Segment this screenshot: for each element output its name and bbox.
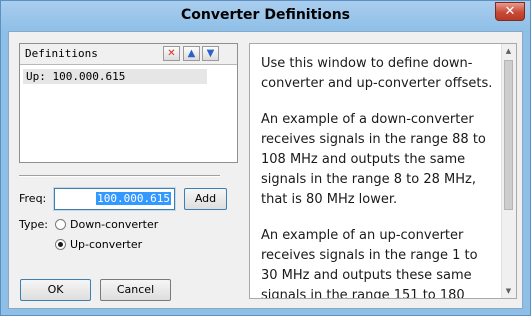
definitions-header: Definitions ✕ ▲ ▼	[20, 44, 237, 65]
help-content: Use this window to define down-converter…	[250, 44, 502, 298]
definitions-title: Definitions	[25, 47, 98, 60]
arrow-up-icon: ▲	[187, 48, 196, 59]
window-title: Converter Definitions	[180, 7, 351, 23]
freq-input[interactable]: 100.000.615	[53, 187, 176, 211]
up-converter-radio[interactable]	[55, 239, 66, 250]
down-converter-label[interactable]: Down-converter	[70, 218, 158, 231]
delete-definition-button[interactable]: ✕	[163, 46, 180, 61]
help-panel[interactable]: Use this window to define down-converter…	[249, 43, 517, 299]
scroll-down-arrow-icon[interactable]: ▼	[502, 284, 515, 298]
help-paragraph-1: Use this window to define down-converter…	[261, 56, 493, 91]
ok-button[interactable]: OK	[20, 279, 91, 301]
radio-selected-dot	[58, 242, 63, 247]
down-converter-radio[interactable]	[55, 219, 66, 230]
move-down-button[interactable]: ▼	[202, 46, 219, 61]
move-up-button[interactable]: ▲	[183, 46, 200, 61]
definitions-list[interactable]: Definitions ✕ ▲ ▼ Up: 100.000.615	[19, 43, 238, 163]
up-converter-label[interactable]: Up-converter	[70, 238, 142, 251]
help-scrollbar[interactable]: ▲ ▼	[501, 44, 516, 298]
title-bar[interactable]: Converter Definitions ✕	[1, 1, 530, 31]
arrow-down-icon: ▼	[206, 48, 215, 59]
delete-icon: ✕	[167, 48, 176, 59]
freq-input-value: 100.000.615	[96, 192, 171, 205]
type-label: Type:	[19, 218, 48, 231]
freq-label: Freq:	[19, 192, 47, 205]
dialog-client-area: Definitions ✕ ▲ ▼ Up: 100.000.615 Freq: …	[8, 31, 523, 309]
help-text: Use this window to define down-converter…	[250, 44, 502, 298]
scroll-up-arrow-icon[interactable]: ▲	[502, 44, 515, 58]
help-paragraph-3: An example of an up-converter receives s…	[261, 228, 478, 298]
separator	[19, 175, 220, 177]
add-button[interactable]: Add	[184, 188, 227, 210]
close-button[interactable]: ✕	[495, 2, 525, 21]
help-paragraph-2: An example of a down-converter receives …	[261, 112, 486, 207]
converter-definitions-window: Converter Definitions ✕ Definitions ✕ ▲ …	[0, 0, 531, 316]
scrollbar-thumb[interactable]	[504, 60, 513, 210]
definition-list-item[interactable]: Up: 100.000.615	[23, 69, 207, 84]
cancel-button[interactable]: Cancel	[100, 279, 171, 301]
